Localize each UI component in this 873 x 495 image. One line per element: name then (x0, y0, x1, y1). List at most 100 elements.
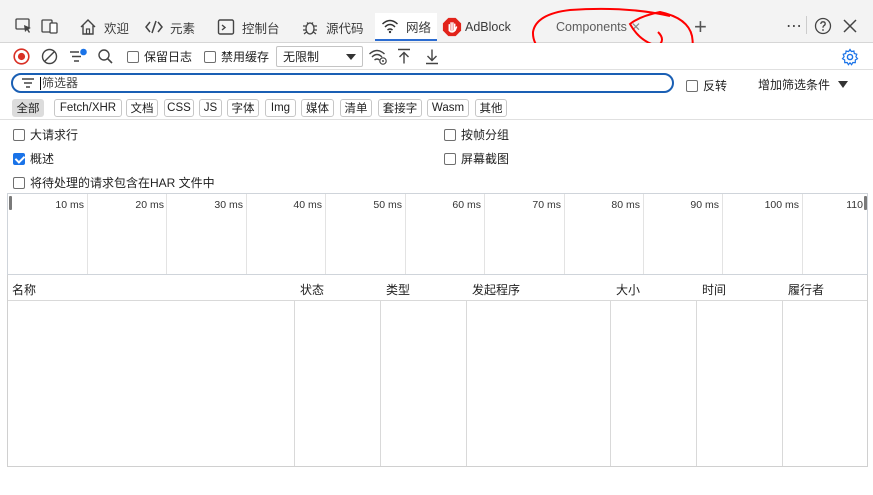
tab-label: 元素 (170, 21, 196, 36)
screenshots-label: 屏幕截图 (461, 152, 510, 166)
bug-icon (300, 17, 320, 37)
group-by-frame-checkbox[interactable]: 按帧分组 (444, 126, 509, 143)
type-chip-all[interactable]: 全部 (12, 99, 44, 117)
timeline-label: 90 ms (690, 199, 719, 211)
checkbox-box[interactable] (686, 79, 698, 92)
tab-label: 源代码 (326, 21, 364, 36)
filter-row: 筛选器 反转 增加筛选条件 (0, 70, 873, 96)
column-header-fulfilled-by[interactable]: 履行者 (788, 281, 824, 298)
import-har-icon[interactable] (396, 47, 412, 66)
overview-checkbox[interactable]: 概述 (13, 150, 54, 167)
timeline-gridline (325, 194, 326, 274)
screenshots-checkbox[interactable]: 屏幕截图 (444, 150, 509, 167)
type-chip-css[interactable]: CSS (164, 99, 194, 117)
more-options-icon[interactable]: ⋯ (786, 16, 806, 36)
record-button[interactable] (13, 47, 30, 66)
timeline-label: 60 ms (452, 199, 481, 211)
filter-input[interactable]: 筛选器 (11, 73, 674, 93)
large-rows-label: 大请求行 (30, 128, 79, 142)
timeline-label: 80 ms (611, 199, 640, 211)
tab-console[interactable]: 控制台 (216, 13, 280, 41)
settings-gear-icon[interactable] (841, 47, 859, 66)
timeline-gridline (722, 194, 723, 274)
clear-icon[interactable] (41, 47, 58, 66)
tab-adblock[interactable]: AdBlock (442, 13, 511, 41)
type-chip-other[interactable]: 其他 (475, 99, 507, 117)
network-conditions-icon[interactable] (368, 47, 388, 66)
chevron-down-icon (346, 54, 356, 60)
tab-label: 控制台 (242, 21, 280, 36)
code-icon (144, 17, 164, 37)
column-divider[interactable] (782, 275, 783, 466)
device-emulation-icon[interactable] (39, 15, 61, 37)
type-chip-js[interactable]: JS (199, 99, 222, 117)
large-rows-checkbox[interactable]: 大请求行 (13, 126, 78, 143)
tab-sources[interactable]: 源代码 (300, 13, 364, 41)
har-pending-label: 将待处理的请求包含在HAR 文件中 (30, 176, 215, 190)
column-header-initiator[interactable]: 发起程序 (472, 281, 520, 298)
checkbox-box[interactable] (444, 128, 456, 141)
checkbox-box[interactable] (13, 128, 25, 141)
invert-checkbox[interactable]: 反转 (686, 77, 727, 94)
checkbox-box[interactable] (13, 176, 25, 189)
wifi-icon (380, 16, 400, 36)
column-divider[interactable] (696, 275, 697, 466)
column-header-size[interactable]: 大小 (616, 281, 640, 298)
column-divider[interactable] (610, 275, 611, 466)
throttling-value: 无限制 (283, 50, 320, 64)
tab-elements[interactable]: 元素 (144, 13, 195, 41)
inspect-element-icon[interactable] (13, 15, 35, 37)
har-pending-checkbox[interactable]: 将待处理的请求包含在HAR 文件中 (13, 174, 215, 191)
timeline-handle-left[interactable] (9, 196, 12, 210)
help-icon[interactable] (812, 15, 834, 37)
checkbox-box[interactable] (204, 50, 216, 63)
column-divider[interactable] (466, 275, 467, 466)
timeline-gridline (405, 194, 406, 274)
column-header-name[interactable]: 名称 (12, 281, 36, 298)
type-chip-media[interactable]: 媒体 (301, 99, 334, 117)
timeline-label: 40 ms (293, 199, 322, 211)
timeline-label: 20 ms (135, 199, 164, 211)
tab-label: AdBlock (465, 20, 511, 34)
add-tab-icon[interactable]: + (694, 14, 707, 40)
close-devtools-icon[interactable] (839, 15, 861, 37)
throttling-select[interactable]: 无限制 (276, 46, 363, 67)
tab-components[interactable]: Components ✕ (556, 13, 641, 41)
checkbox-box[interactable] (444, 152, 456, 165)
invert-label: 反转 (703, 79, 728, 93)
export-har-icon[interactable] (424, 47, 440, 66)
column-header-status[interactable]: 状态 (300, 281, 324, 298)
timeline-overview[interactable]: 10 ms 20 ms 30 ms 40 ms 50 ms 60 ms 70 m… (7, 193, 868, 275)
type-chip-socket[interactable]: 套接字 (378, 99, 422, 117)
disable-cache-label: 禁用缓存 (221, 50, 270, 64)
type-chip-manifest[interactable]: 清单 (340, 99, 372, 117)
filter-toggle-icon[interactable] (69, 47, 88, 66)
tab-label: Components (556, 20, 627, 34)
tab-network[interactable]: 网络 (375, 13, 437, 41)
type-chip-font[interactable]: 字体 (227, 99, 259, 117)
timeline-gridline (643, 194, 644, 274)
divider (806, 16, 807, 34)
group-by-frame-label: 按帧分组 (461, 128, 510, 142)
tab-welcome[interactable]: 欢迎 (78, 13, 129, 41)
type-chip-fetch-xhr[interactable]: Fetch/XHR (54, 99, 122, 117)
column-header-type[interactable]: 类型 (386, 281, 410, 298)
timeline-handle-right[interactable] (864, 196, 867, 210)
preserve-log-checkbox[interactable]: 保留日志 (127, 47, 192, 66)
timeline-label: 100 ms (764, 199, 799, 211)
type-chip-img[interactable]: Img (265, 99, 296, 117)
checkbox-box[interactable] (127, 50, 139, 63)
network-toolbar: 保留日志 禁用缓存 无限制 (0, 43, 873, 70)
type-chip-wasm[interactable]: Wasm (427, 99, 469, 117)
column-divider[interactable] (380, 275, 381, 466)
checkbox-box-checked[interactable] (13, 152, 25, 165)
type-chip-doc[interactable]: 文档 (126, 99, 158, 117)
close-tab-icon[interactable]: ✕ (631, 20, 641, 34)
search-icon[interactable] (97, 47, 114, 66)
column-header-time[interactable]: 时间 (702, 281, 726, 298)
add-filter-dropdown[interactable]: 增加筛选条件 (758, 76, 849, 93)
preserve-log-label: 保留日志 (144, 50, 193, 64)
column-divider[interactable] (294, 275, 295, 466)
disable-cache-checkbox[interactable]: 禁用缓存 (204, 47, 269, 66)
table-header: 名称 状态 类型 发起程序 大小 时间 履行者 (8, 275, 867, 301)
